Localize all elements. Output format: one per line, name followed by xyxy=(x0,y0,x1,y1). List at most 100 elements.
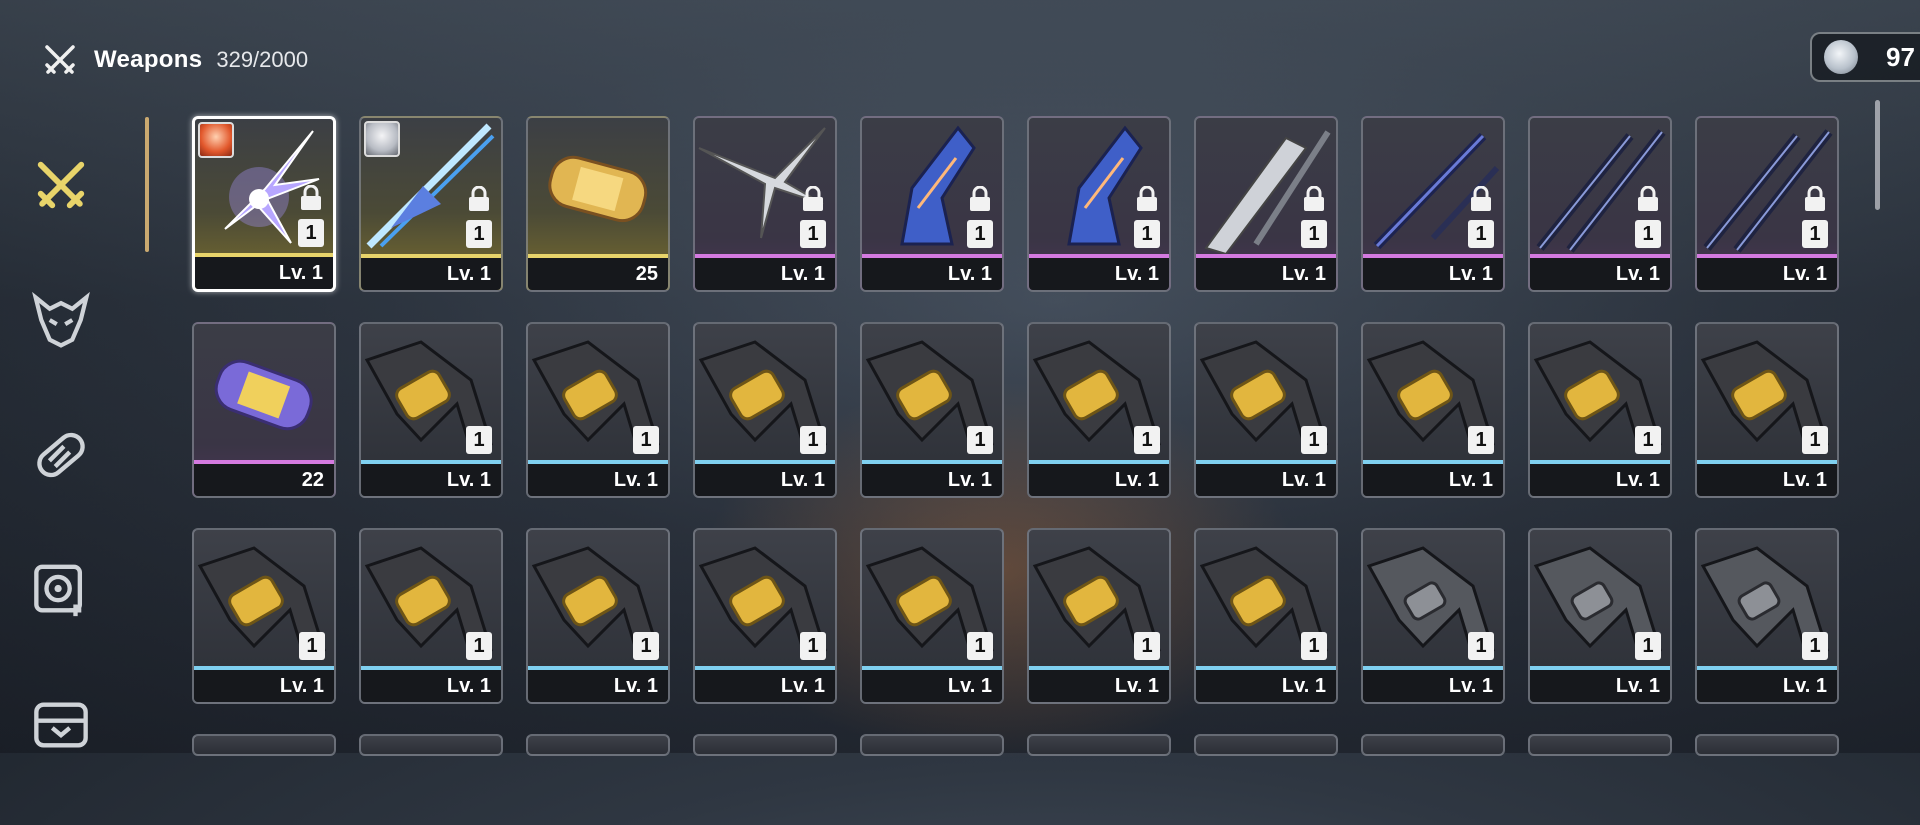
card-footer-label: Lv. 1 xyxy=(1697,258,1837,290)
lock-icon[interactable] xyxy=(1469,185,1493,212)
card-footer-label: 25 xyxy=(528,258,668,290)
quantity-badge: 1 xyxy=(967,632,993,660)
inventory-count: 329/2000 xyxy=(216,47,309,72)
card-footer-label: Lv. 1 xyxy=(1029,670,1169,702)
lock-icon[interactable] xyxy=(1135,185,1159,212)
coin-icon xyxy=(1824,40,1858,74)
quantity-badge: 1 xyxy=(1802,426,1828,454)
quantity-badge: 1 xyxy=(1468,632,1494,660)
quantity-badge: 1 xyxy=(1468,220,1494,248)
lock-icon[interactable] xyxy=(801,185,825,212)
lock-icon[interactable] xyxy=(467,185,491,212)
quantity-badge: 1 xyxy=(633,426,659,454)
weapon-card[interactable]: 1 Lv. 1 xyxy=(1361,322,1505,498)
card-footer-label: Lv. 1 xyxy=(361,670,501,702)
weapon-card[interactable]: 1 Lv. 1 xyxy=(359,528,503,704)
purple-capsule-image xyxy=(194,324,334,464)
quantity-badge: 1 xyxy=(1635,632,1661,660)
card-footer-label: Lv. 1 xyxy=(1363,464,1503,496)
weapon-card[interactable]: 1 Lv. 1 xyxy=(860,116,1004,292)
currency-amount: 97 xyxy=(1886,41,1915,72)
card-footer-label: Lv. 1 xyxy=(862,670,1002,702)
weapon-card[interactable]: 1 Lv. 1 xyxy=(1695,322,1839,498)
sidebar-item-devices[interactable] xyxy=(26,555,96,625)
weapon-card[interactable]: 1 Lv. 1 xyxy=(1194,322,1338,498)
quantity-badge: 1 xyxy=(1301,220,1327,248)
lock-icon[interactable] xyxy=(1636,185,1660,212)
weapon-card[interactable]: 1 Lv. 1 xyxy=(1027,116,1171,292)
sidebar-item-materials[interactable] xyxy=(26,420,96,490)
scrollbar[interactable] xyxy=(1875,100,1880,210)
sidebar-item-supplies[interactable] xyxy=(26,690,96,760)
card-footer-label: Lv. 1 xyxy=(194,670,334,702)
character-avatar xyxy=(364,121,400,157)
card-footer-label: Lv. 1 xyxy=(1029,464,1169,496)
weapon-card[interactable]: 22 xyxy=(192,322,336,498)
weapon-card[interactable]: 1 Lv. 1 xyxy=(693,528,837,704)
card-footer-label: Lv. 1 xyxy=(862,258,1002,290)
weapon-card[interactable]: 1 Lv. 1 xyxy=(860,322,1004,498)
weapon-card[interactable]: 1 Lv. 1 xyxy=(359,322,503,498)
sidebar-item-echoes[interactable] xyxy=(26,285,96,355)
weapon-card[interactable]: 1 Lv. 1 xyxy=(526,322,670,498)
crossed-swords-icon xyxy=(45,45,75,74)
demon-mask-icon xyxy=(32,291,90,348)
lock-icon[interactable] xyxy=(968,185,992,212)
card-footer-label: Lv. 1 xyxy=(1697,464,1837,496)
card-footer-label: Lv. 1 xyxy=(1530,258,1670,290)
weapon-card[interactable]: 1 Lv. 1 xyxy=(1695,116,1839,292)
quantity-badge: 1 xyxy=(967,220,993,248)
card-footer-label: Lv. 1 xyxy=(361,464,501,496)
weapon-card[interactable]: 1 Lv. 1 xyxy=(526,528,670,704)
weapon-card[interactable]: 1 Lv. 1 xyxy=(1361,116,1505,292)
chest-icon xyxy=(34,702,88,748)
gold-capsule-image xyxy=(528,118,668,258)
card-footer-label: Lv. 1 xyxy=(1029,258,1169,290)
lock-icon[interactable] xyxy=(299,184,323,211)
currency-display[interactable]: 97 xyxy=(1810,32,1920,82)
card-footer-label: Lv. 1 xyxy=(1363,258,1503,290)
lock-icon[interactable] xyxy=(1302,185,1326,212)
weapon-card[interactable]: 1 Lv. 1 xyxy=(192,116,336,292)
card-footer-label: 22 xyxy=(194,464,334,496)
weapon-card[interactable]: 1 Lv. 1 xyxy=(1027,322,1171,498)
page-title: Weapons xyxy=(94,46,203,73)
quantity-badge: 1 xyxy=(1134,426,1160,454)
card-footer-label: Lv. 1 xyxy=(528,670,668,702)
card-footer-label: Lv. 1 xyxy=(695,464,835,496)
card-footer-label: Lv. 1 xyxy=(1363,670,1503,702)
weapon-card[interactable]: 1 Lv. 1 xyxy=(1695,528,1839,704)
weapon-card[interactable]: 25 xyxy=(526,116,670,292)
quantity-badge: 1 xyxy=(466,426,492,454)
quantity-badge: 1 xyxy=(299,632,325,660)
weapon-card[interactable]: 1 Lv. 1 xyxy=(1528,322,1672,498)
weapon-card[interactable]: 1 Lv. 1 xyxy=(192,528,336,704)
sidebar-item-weapons[interactable] xyxy=(26,150,96,220)
card-footer-label: Lv. 1 xyxy=(1697,670,1837,702)
card-footer-label: Lv. 1 xyxy=(361,258,501,290)
weapon-card[interactable]: 1 Lv. 1 xyxy=(1194,116,1338,292)
weapon-card[interactable]: 1 Lv. 1 xyxy=(1361,528,1505,704)
card-footer-label: Lv. 1 xyxy=(1530,464,1670,496)
weapon-card[interactable]: 1 Lv. 1 xyxy=(1528,116,1672,292)
quantity-badge: 1 xyxy=(466,220,492,248)
lock-icon[interactable] xyxy=(1803,185,1827,212)
weapon-card[interactable]: 1 Lv. 1 xyxy=(1027,528,1171,704)
quantity-badge: 1 xyxy=(1301,426,1327,454)
weapon-card[interactable]: 1 Lv. 1 xyxy=(359,116,503,292)
character-avatar xyxy=(198,122,234,158)
quantity-badge: 1 xyxy=(800,220,826,248)
quantity-badge: 1 xyxy=(1635,426,1661,454)
weapon-card[interactable]: 1 Lv. 1 xyxy=(860,528,1004,704)
quantity-badge: 1 xyxy=(633,632,659,660)
quantity-badge: 1 xyxy=(1301,632,1327,660)
weapon-card[interactable]: 1 Lv. 1 xyxy=(693,116,837,292)
quantity-badge: 1 xyxy=(1468,426,1494,454)
device-icon xyxy=(34,564,83,617)
quantity-badge: 1 xyxy=(1635,220,1661,248)
card-footer-label: Lv. 1 xyxy=(862,464,1002,496)
category-sidebar xyxy=(26,150,96,825)
weapon-card[interactable]: 1 Lv. 1 xyxy=(693,322,837,498)
weapon-card[interactable]: 1 Lv. 1 xyxy=(1528,528,1672,704)
weapon-card[interactable]: 1 Lv. 1 xyxy=(1194,528,1338,704)
